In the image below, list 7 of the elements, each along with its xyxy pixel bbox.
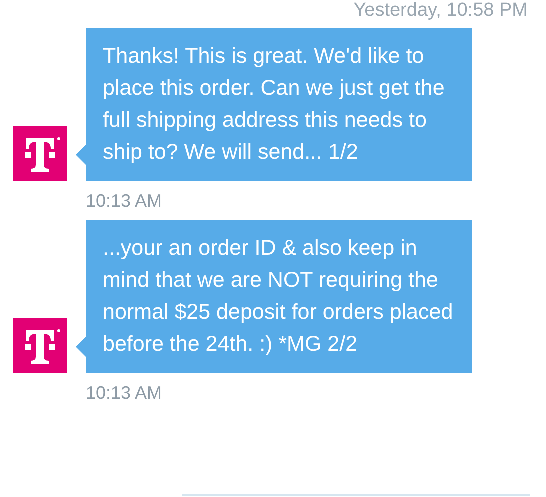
logo-icon bbox=[13, 318, 67, 373]
logo-icon bbox=[13, 126, 67, 181]
message-text: ...your an order ID & also keep in mind that we are NOT requiring the normal $25 deposit for orders placed before the 24th. :) *MG 2/2 bbox=[103, 235, 454, 358]
date-label: Yesterday, 10:58 PM bbox=[354, 0, 528, 22]
message-text: Thanks! This is great. We'd like to place this order. Can we just get the full shipping address this needs to ship to? We will send... 1/2 bbox=[103, 43, 446, 166]
message-time: 10:13 AM bbox=[86, 190, 162, 212]
message-time: 10:13 AM bbox=[86, 382, 162, 404]
